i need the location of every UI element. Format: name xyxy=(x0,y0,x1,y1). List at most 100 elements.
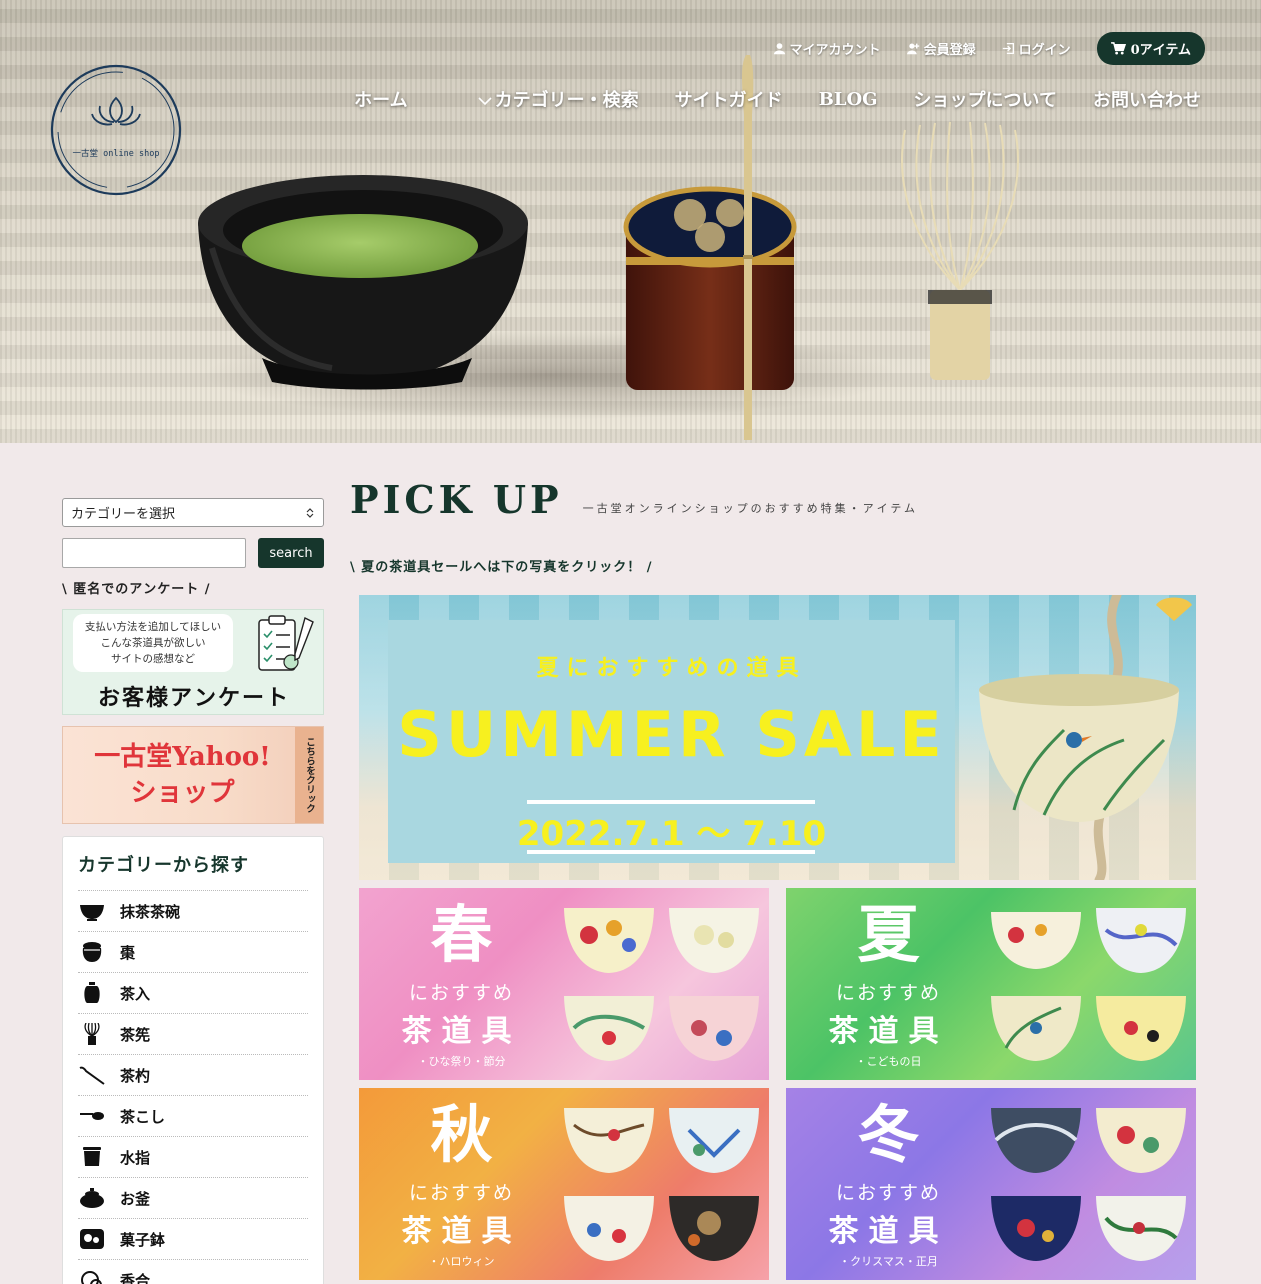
winter-bowls-image xyxy=(991,1108,1186,1261)
my-account-link[interactable]: マイアカウント xyxy=(773,39,881,58)
sale-tea-bowl-image xyxy=(979,674,1179,822)
nav-category-search-label: カテゴリー・検索 xyxy=(494,90,639,111)
incense-box-icon xyxy=(81,1271,102,1284)
category-label: 茶杓 xyxy=(120,1066,151,1085)
category-label: 茶こし xyxy=(120,1107,166,1126)
chevron-down-icon xyxy=(478,97,492,106)
autumn-banner[interactable]: 秋 におすすめ 茶道具 ・ハロウィン xyxy=(359,1088,769,1280)
summer-bowls-image xyxy=(991,908,1186,1061)
nav-blog[interactable]: BLOG xyxy=(819,89,878,110)
category-item-strainer[interactable]: 茶こし xyxy=(78,1096,308,1137)
season-big: 冬 xyxy=(857,1098,920,1171)
survey-label: \ 匿名でのアンケート / xyxy=(62,582,211,597)
season-tool: 茶道具 xyxy=(828,1214,949,1249)
category-item-sweets-bowl[interactable]: 菓子鉢 xyxy=(78,1219,308,1260)
nav-site-guide[interactable]: サイトガイド xyxy=(675,86,783,112)
survey-bubble-line: 支払い方法を追加してほしい xyxy=(84,621,222,633)
nav-contact[interactable]: お問い合わせ xyxy=(1093,86,1201,112)
season-mid: におすすめ xyxy=(835,982,941,1004)
category-item-incense-box[interactable]: 香合 xyxy=(78,1260,308,1284)
search-input[interactable] xyxy=(62,538,246,568)
survey-banner[interactable]: 支払い方法を追加してほしい こんな茶道具が欲しい サイトの感想など お客様アンケ… xyxy=(62,609,324,715)
season-mid: におすすめ xyxy=(835,1182,941,1204)
sale-panel: 夏におすすめの道具 SUMMER SALE 2022.7.1 ～ 7.10 xyxy=(388,620,955,863)
category-item-chasen[interactable]: 茶筅 xyxy=(78,1014,308,1055)
strainer-icon xyxy=(80,1112,104,1120)
category-select-value: カテゴリーを選択 xyxy=(71,507,176,522)
cart-button[interactable]: 0アイテム xyxy=(1096,32,1205,65)
season-note: ・クリスマス・正月 xyxy=(839,1255,938,1268)
survey-bubble-line: サイトの感想など xyxy=(111,653,195,665)
season-note: ・ハロウィン xyxy=(428,1255,495,1268)
category-label: 香合 xyxy=(120,1271,151,1284)
natsume-photo xyxy=(623,186,797,390)
chasen-icon xyxy=(84,1023,100,1045)
category-item-natsume[interactable]: 棗 xyxy=(78,932,308,973)
login-icon xyxy=(1002,42,1014,55)
tea-bowl-photo xyxy=(198,175,528,390)
category-label: 茶筅 xyxy=(120,1025,151,1044)
nav-category-search[interactable]: カテゴリー・検索 xyxy=(478,86,639,112)
autumn-bowls-image xyxy=(564,1108,759,1261)
yahoo-banner-text: 一古堂Yahoo! ショップ xyxy=(75,739,290,811)
register-link[interactable]: 会員登録 xyxy=(906,39,976,58)
category-item-chaire[interactable]: 茶入 xyxy=(78,973,308,1014)
category-label: お釜 xyxy=(120,1189,151,1208)
search-button[interactable]: search xyxy=(258,538,324,568)
category-label: 水指 xyxy=(120,1148,151,1167)
category-item-kettle[interactable]: お釜 xyxy=(78,1178,308,1219)
category-box-title: カテゴリーから探す xyxy=(78,851,308,891)
cart-label: 0アイテム xyxy=(1130,43,1191,58)
season-big: 夏 xyxy=(857,898,920,971)
yahoo-line1: 一古堂Yahoo! xyxy=(94,742,271,772)
spring-banner[interactable]: 春 におすすめ 茶道具 ・ひな祭り・節分 xyxy=(359,888,769,1080)
nav-home[interactable]: ホーム xyxy=(354,86,407,112)
site-logo[interactable]: 一古堂 online shop xyxy=(48,62,184,198)
user-plus-icon xyxy=(906,43,919,55)
season-big: 春 xyxy=(430,898,493,971)
season-note: ・こどもの日 xyxy=(855,1055,922,1068)
category-item-tea-bowl[interactable]: 抹茶茶碗 xyxy=(78,891,308,932)
main-nav: ホーム カテゴリー・検索 サイトガイド BLOG ショップについて お問い合わせ xyxy=(354,86,1201,112)
cart-icon xyxy=(1110,42,1126,55)
sale-divider-bottom xyxy=(527,850,815,854)
nav-about-shop[interactable]: ショップについて xyxy=(914,86,1057,112)
summer-sale-banner[interactable]: 夏におすすめの道具 SUMMER SALE 2022.7.1 ～ 7.10 xyxy=(359,595,1196,880)
sale-divider-top xyxy=(527,800,815,804)
main-content: PICK UP 一古堂オンラインショップのおすすめ特集・アイテム \ 夏の茶道具… xyxy=(350,476,1198,1280)
winter-banner[interactable]: 冬 におすすめ 茶道具 ・クリスマス・正月 xyxy=(786,1088,1196,1280)
search-row: search xyxy=(62,538,324,568)
shell-decoration xyxy=(1156,597,1192,621)
register-label: 会員登録 xyxy=(923,43,976,58)
category-box: カテゴリーから探す 抹茶茶碗 棗 茶入 茶筅 茶杓 茶こし 水指 お釜 菓子鉢 … xyxy=(62,836,324,1284)
user-icon xyxy=(773,43,785,55)
chevron-updown-icon xyxy=(306,507,314,518)
category-item-mizusashi[interactable]: 水指 xyxy=(78,1137,308,1178)
my-account-label: マイアカウント xyxy=(789,43,881,58)
chasen-photo xyxy=(901,121,1019,380)
survey-bubble: 支払い方法を追加してほしい こんな茶道具が欲しい サイトの感想など xyxy=(73,614,233,672)
tea-bowl-icon xyxy=(80,905,104,921)
sidebar: カテゴリーを選択 search \ 匿名でのアンケート / 支払い方法を追加して… xyxy=(62,498,324,1284)
spring-bowls-image xyxy=(564,908,759,1061)
sale-note: \ 夏の茶道具セールへは下の写真をクリック！ / xyxy=(350,560,653,575)
sale-date: 2022.7.1 ～ 7.10 xyxy=(516,814,827,854)
category-select[interactable]: カテゴリーを選択 xyxy=(62,498,324,527)
season-mid: におすすめ xyxy=(408,1182,514,1204)
hero-image: 一古堂 online shop マイアカウント 会員登録 ログイン 0アイテム … xyxy=(0,0,1261,443)
top-utility-nav: マイアカウント 会員登録 ログイン 0アイテム xyxy=(773,32,1205,65)
season-big: 秋 xyxy=(430,1098,493,1171)
category-item-chashaku[interactable]: 茶杓 xyxy=(78,1055,308,1096)
login-link[interactable]: ログイン xyxy=(1002,39,1071,58)
summer-banner[interactable]: 夏 におすすめ 茶道具 ・こどもの日 xyxy=(786,888,1196,1080)
natsume-icon xyxy=(82,942,102,962)
yahoo-line2: ショップ xyxy=(130,778,235,808)
season-tool: 茶道具 xyxy=(401,1014,522,1049)
category-label: 棗 xyxy=(120,943,136,962)
yahoo-click-tab: こちらをクリック xyxy=(295,727,323,823)
clipboard-icon xyxy=(258,615,314,671)
category-label: 菓子鉢 xyxy=(120,1230,166,1249)
yahoo-shop-banner[interactable]: 一古堂Yahoo! ショップ こちらをクリック xyxy=(62,726,324,824)
season-tool: 茶道具 xyxy=(828,1014,949,1049)
sweets-bowl-icon xyxy=(80,1229,104,1249)
